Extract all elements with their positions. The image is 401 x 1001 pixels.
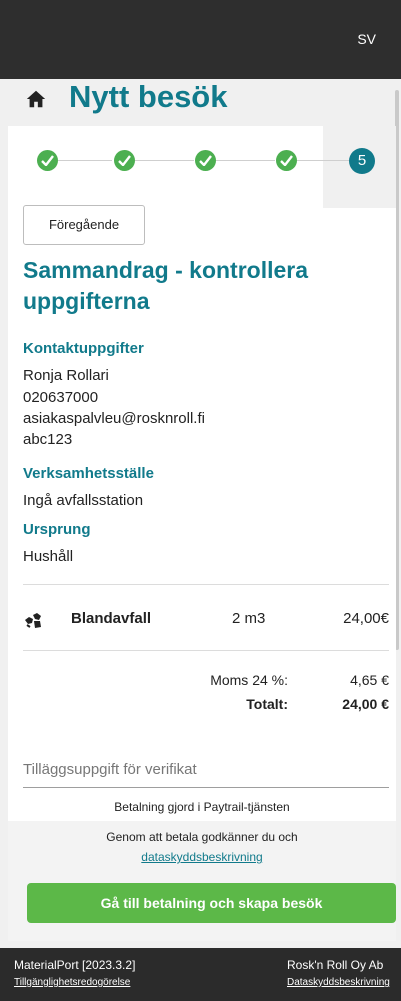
site-heading: Verksamhetsställe [23,465,154,482]
title-bar: Nytt besök [0,79,401,126]
accessibility-link[interactable]: Tillgänglighetsredogörelse [14,977,130,988]
step-connector [216,160,275,161]
payment-note: Betalning gjord i Paytrail-tjänsten [114,800,290,814]
home-icon[interactable] [25,88,47,110]
privacy-link[interactable]: dataskyddsbeskrivning [8,850,396,864]
step-complete-4[interactable] [276,150,297,171]
check-icon [41,155,54,166]
check-icon [280,155,293,166]
language-selector[interactable]: SV [357,31,376,47]
step-complete-1[interactable] [37,150,58,171]
divider [23,584,389,585]
waste-name: Blandavfall [71,610,152,627]
step-connector [297,160,349,161]
footer-app-version: MaterialPort [2023.3.2] [14,958,136,972]
footer-privacy-link[interactable]: Dataskyddsbeskrivning [287,977,390,988]
check-icon [199,155,212,166]
divider [23,650,389,651]
step-current: 5 [349,148,375,174]
step-complete-2[interactable] [114,150,135,171]
total-label: Totalt: [246,696,288,712]
step-connector [58,160,112,161]
total-value: 24,00 € [342,696,389,712]
mixed-waste-icon [25,613,41,628]
step-complete-3[interactable] [195,150,216,171]
page-title: Nytt besök [69,79,228,114]
origin-value: Hushåll [23,548,74,565]
consent-text: Genom att betala godkänner du och [106,830,298,844]
contact-heading: Kontaktuppgifter [23,340,144,357]
tax-label: Moms 24 %: [210,672,288,688]
contact-code: abc123 [23,431,73,448]
contact-name: Ronja Rollari [23,367,109,384]
site-value: Ingå avfallsstation [23,492,144,509]
verification-info-input[interactable] [23,752,389,788]
footer: MaterialPort [2023.3.2] Tillgänglighetsr… [0,948,401,1001]
top-bar: SV [0,0,401,79]
tax-value: 4,65 € [350,672,389,688]
footer-company: Rosk'n Roll Oy Ab [287,958,384,972]
contact-phone: 020637000 [23,389,99,406]
waste-quantity: 2 m3 [232,610,266,627]
step-connector [135,160,194,161]
previous-button[interactable]: Föregående [23,205,145,245]
pay-and-create-button[interactable]: Gå till betalning och skapa besök [27,883,396,923]
contact-email: asiakaspalvleu@rosknroll.fi [23,410,205,427]
summary-title: Sammandrag - kontrollera uppgifterna [23,257,309,314]
origin-heading: Ursprung [23,521,91,538]
check-icon [118,155,131,166]
waste-price: 24,00€ [343,610,389,627]
